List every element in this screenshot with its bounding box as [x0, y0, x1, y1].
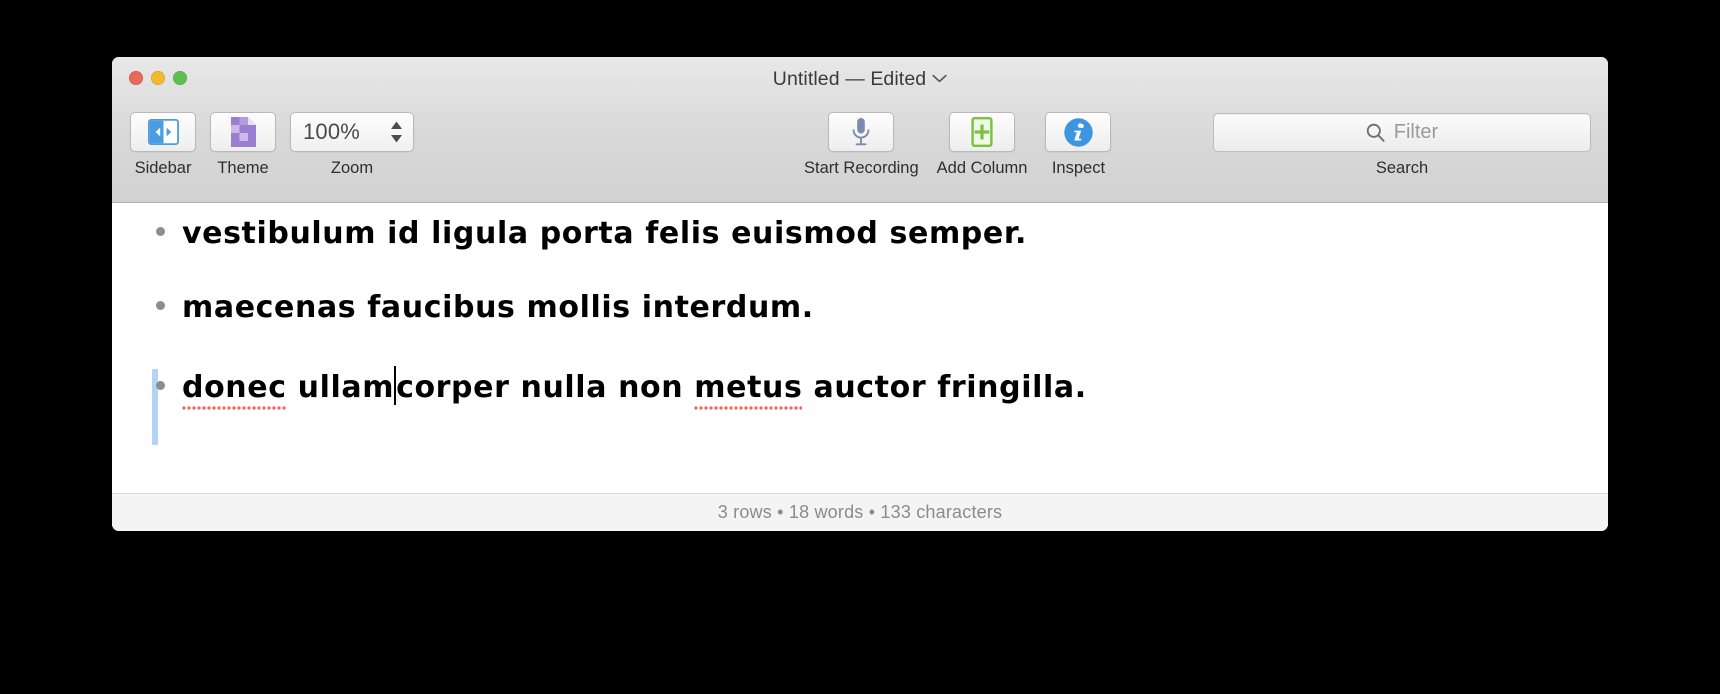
window-title: Untitled — Edited: [112, 68, 1608, 91]
sidebar-button[interactable]: [130, 112, 196, 152]
toolbar-item-theme[interactable]: Theme: [210, 112, 276, 178]
desktop-background: Untitled — Edited Sidebar Theme 100% Zoo…: [0, 0, 1720, 694]
toolbar-item-sidebar[interactable]: Sidebar: [130, 112, 196, 178]
search-input[interactable]: Filter: [1394, 121, 1438, 144]
add-column-label: Add Column: [936, 159, 1028, 177]
search-field[interactable]: Filter: [1213, 113, 1591, 152]
list-item-text[interactable]: vestibulum id ligula porta felis euismod…: [182, 216, 1027, 251]
toolbar-item-add-column[interactable]: Add Column: [936, 112, 1028, 178]
microphone-icon: [850, 117, 872, 147]
theme-label: Theme: [217, 159, 269, 177]
list-item-text-segment: corper nulla non: [396, 370, 695, 405]
status-bar: 3 rows • 18 words • 133 characters: [112, 493, 1608, 531]
titlebar-toolbar: Untitled — Edited Sidebar Theme 100% Zoo…: [112, 57, 1608, 203]
add-column-icon: [969, 117, 995, 147]
search-label: Search: [1375, 159, 1429, 177]
add-column-button[interactable]: [949, 112, 1016, 152]
list-item-active[interactable]: donec ullamcorper nulla non metus auctor…: [112, 364, 1608, 445]
toolbar-center-group: Start Recording Add Column Inspect: [804, 112, 1112, 178]
zoom-value[interactable]: 100%: [303, 119, 389, 145]
list-item-text-segment: ullam: [286, 370, 395, 405]
list-item-text[interactable]: donec ullamcorper nulla non metus auctor…: [182, 364, 1087, 410]
app-window: Untitled — Edited Sidebar Theme 100% Zoo…: [112, 57, 1608, 531]
toolbar-left-group: Sidebar Theme 100% Zoom: [130, 112, 414, 178]
status-text: 3 rows • 18 words • 133 characters: [717, 502, 1003, 522]
list-item-text-segment: auctor fringilla.: [802, 370, 1087, 405]
start-recording-button[interactable]: [828, 112, 895, 152]
inspect-button[interactable]: [1045, 112, 1112, 152]
toolbar-right-group: Filter Search: [1213, 113, 1591, 178]
zoom-label: Zoom: [330, 159, 374, 177]
stepper-icon[interactable]: [389, 119, 404, 145]
sidebar-toggle-icon: [147, 119, 179, 145]
info-circle-icon: [1063, 117, 1094, 148]
window-title-text: Untitled — Edited: [772, 68, 927, 90]
theme-document-icon: [230, 116, 257, 148]
toolbar-item-zoom[interactable]: 100% Zoom: [290, 112, 414, 178]
bullet-icon: [156, 227, 165, 236]
start-recording-label: Start Recording: [804, 159, 919, 177]
bullet-list: vestibulum id ligula porta felis euismod…: [112, 203, 1608, 445]
toolbar-item-search[interactable]: Filter Search: [1213, 113, 1591, 178]
chevron-down-icon[interactable]: [932, 74, 947, 83]
zoom-stepper[interactable]: 100%: [290, 112, 414, 152]
misspelled-word[interactable]: metus: [694, 370, 803, 410]
sidebar-label: Sidebar: [134, 159, 192, 177]
text-caret: [394, 366, 397, 405]
misspelled-word[interactable]: donec: [182, 370, 287, 410]
search-icon: [1366, 123, 1385, 142]
toolbar-item-inspect[interactable]: Inspect: [1045, 112, 1112, 178]
theme-button[interactable]: [210, 112, 276, 152]
bullet-icon: [156, 381, 165, 390]
toolbar-item-start-recording[interactable]: Start Recording: [804, 112, 919, 178]
list-item[interactable]: maecenas faucibus mollis interdum.: [112, 290, 1608, 364]
list-item[interactable]: vestibulum id ligula porta felis euismod…: [112, 216, 1608, 290]
bullet-icon: [156, 301, 165, 310]
list-item-text[interactable]: maecenas faucibus mollis interdum.: [182, 290, 814, 325]
document-body[interactable]: vestibulum id ligula porta felis euismod…: [112, 203, 1608, 493]
active-line-marker: [152, 369, 158, 445]
inspect-label: Inspect: [1051, 159, 1106, 177]
